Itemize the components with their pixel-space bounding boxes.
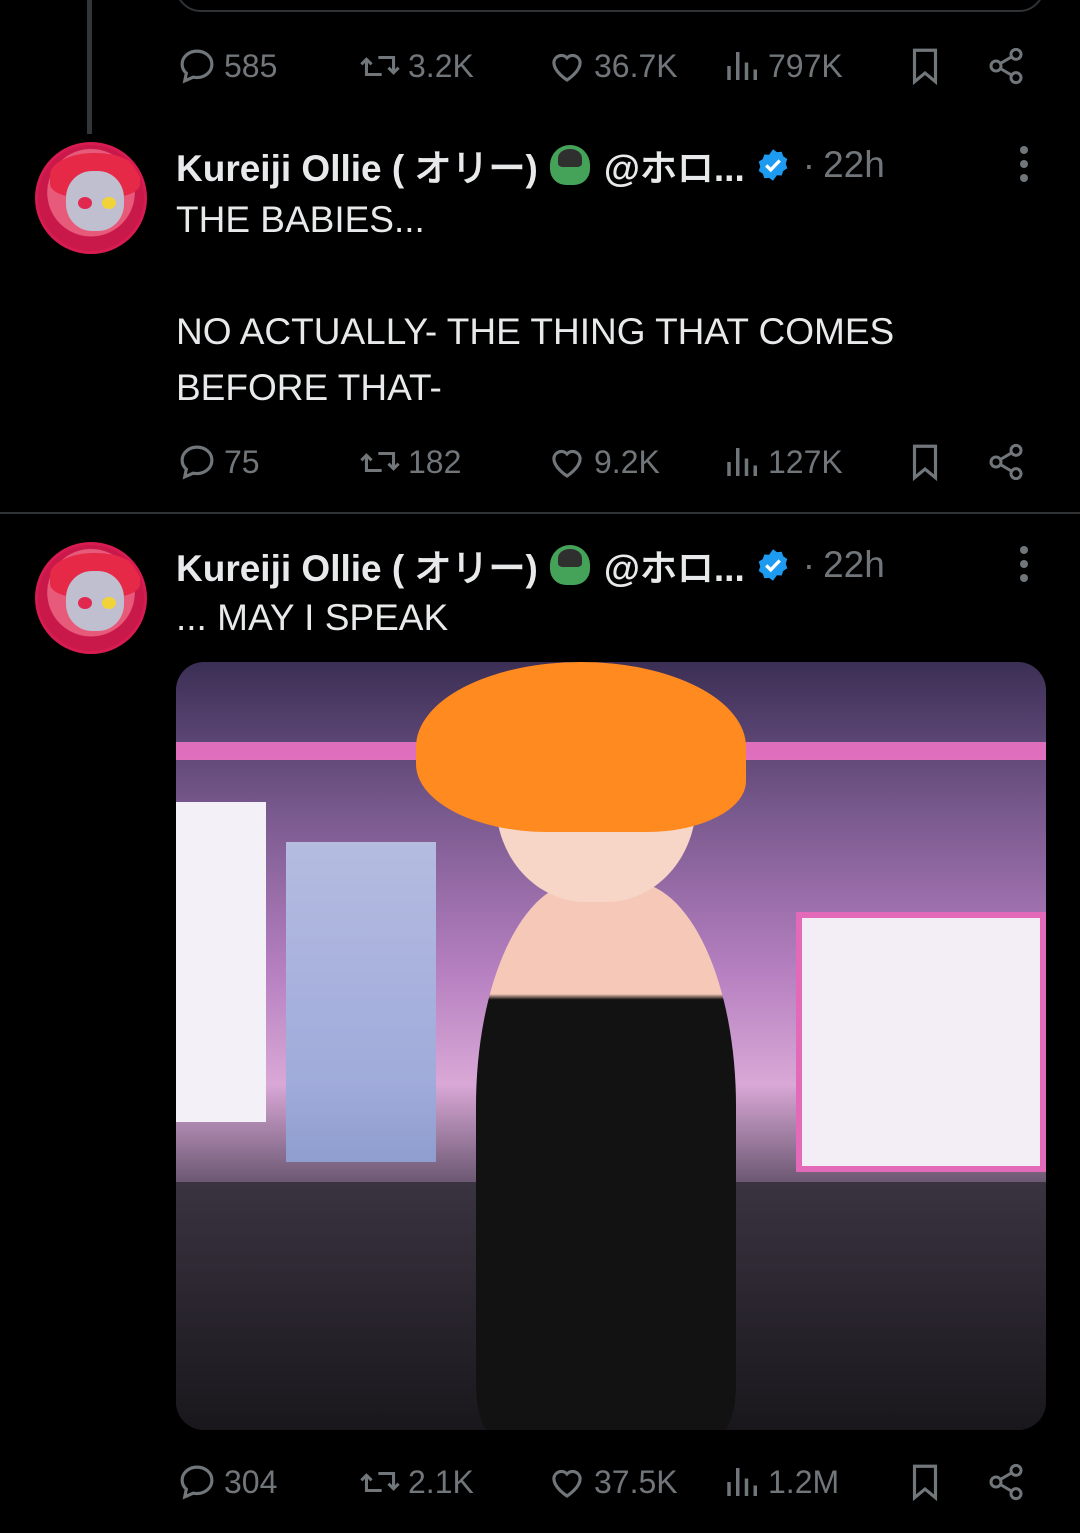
repost-button[interactable]: 3.2K [358,36,474,96]
tweet-header: Kureiji Ollie ( オリー) @ホロ... · 22h [176,540,885,590]
repost-count: 3.2K [408,48,474,84]
author-handle[interactable]: @ホロ... [604,138,745,192]
repost-button[interactable]: 182 [358,432,461,492]
reply-icon [180,49,214,84]
share-icon [989,47,1023,85]
heart-icon [552,53,582,82]
repost-button[interactable]: 2.1K [358,1452,474,1512]
tweet-time[interactable]: 22h [823,544,885,586]
tweet-text-line: ... MAY I SPEAK [176,597,449,638]
more-options-icon[interactable] [1018,546,1030,586]
tweet-action-bar: 75 182 9.2K 127K [176,432,1036,492]
author-name[interactable]: Kureiji Ollie ( オリー) [176,538,538,592]
views-button[interactable]: 797K [724,36,843,96]
views-button[interactable]: 127K [724,432,843,492]
more-options-icon[interactable] [1018,146,1030,186]
share-icon [989,443,1023,481]
author-name[interactable]: Kureiji Ollie ( オリー) [176,138,538,192]
tweet-separator: · [802,544,816,585]
anime-character-image[interactable] [176,662,1046,1430]
repost-count: 2.1K [408,1464,474,1500]
views-button[interactable]: 1.2M [724,1452,839,1512]
tweet-action-bar: 304 2.1K 37.5K 1.2M [176,1452,1036,1512]
thread-connector-line [87,0,92,134]
views-icon [727,1468,757,1496]
tweet-text-line [176,248,1016,304]
author-handle[interactable]: @ホロ... [604,538,745,592]
heart-icon [552,1469,582,1498]
reply-count: 585 [224,48,278,84]
bookmark-icon [912,48,938,86]
reply-icon [180,445,214,480]
zombie-woman-icon [549,145,590,185]
like-count: 9.2K [594,444,660,480]
views-icon [727,52,757,80]
bookmark-button[interactable] [906,36,944,96]
tweet-text-line: BEFORE THAT- [176,367,442,408]
verified-badge-icon [758,149,787,181]
tweet-text: THE BABIES... NO ACTUALLY- THE THING THA… [176,192,1016,416]
reply-count: 304 [224,1464,278,1500]
timeline: 585 3.2K 36.7K 797K Kureiji Ollie ( オリー) [0,0,1080,1533]
tweet-header: Kureiji Ollie ( オリー) @ホロ... · 22h [176,140,885,190]
like-button[interactable]: 37.5K [546,1452,678,1512]
previous-media-card-edge[interactable] [175,0,1045,12]
tweet-divider [0,512,1080,514]
reply-count: 75 [224,444,260,480]
repost-icon [360,56,400,76]
verified-badge-icon [758,549,787,581]
share-icon [989,1463,1023,1501]
avatar[interactable] [35,542,147,654]
tweet-text-line: THE BABIES... [176,199,425,240]
repost-icon [360,1472,400,1492]
bookmark-button[interactable] [906,432,944,492]
reply-button[interactable]: 585 [176,36,277,96]
bookmark-icon [912,444,938,482]
like-button[interactable]: 36.7K [546,36,678,96]
zombie-woman-icon [549,545,590,585]
views-count: 127K [768,444,843,480]
tweet-text-line: NO ACTUALLY- THE THING THAT COMES [176,311,895,352]
like-button[interactable]: 9.2K [546,432,660,492]
share-button[interactable] [986,432,1026,492]
views-count: 797K [768,48,843,84]
views-count: 1.2M [768,1464,840,1500]
heart-icon [552,449,582,478]
reply-button[interactable]: 75 [176,432,260,492]
like-count: 36.7K [594,48,678,84]
avatar[interactable] [35,142,147,254]
tweet-time[interactable]: 22h [823,144,885,186]
reply-button[interactable]: 304 [176,1452,277,1512]
tweet-separator: · [802,144,816,185]
views-icon [727,448,757,476]
previous-tweet-action-bar: 585 3.2K 36.7K 797K [176,36,1036,96]
share-button[interactable] [986,1452,1026,1512]
reply-icon [180,1465,214,1500]
repost-count: 182 [408,444,462,480]
bookmark-button[interactable] [906,1452,944,1512]
bookmark-icon [912,1464,938,1502]
tweet-text: ... MAY I SPEAK [176,590,1016,646]
repost-icon [360,452,400,472]
share-button[interactable] [986,36,1026,96]
like-count: 37.5K [594,1464,678,1500]
